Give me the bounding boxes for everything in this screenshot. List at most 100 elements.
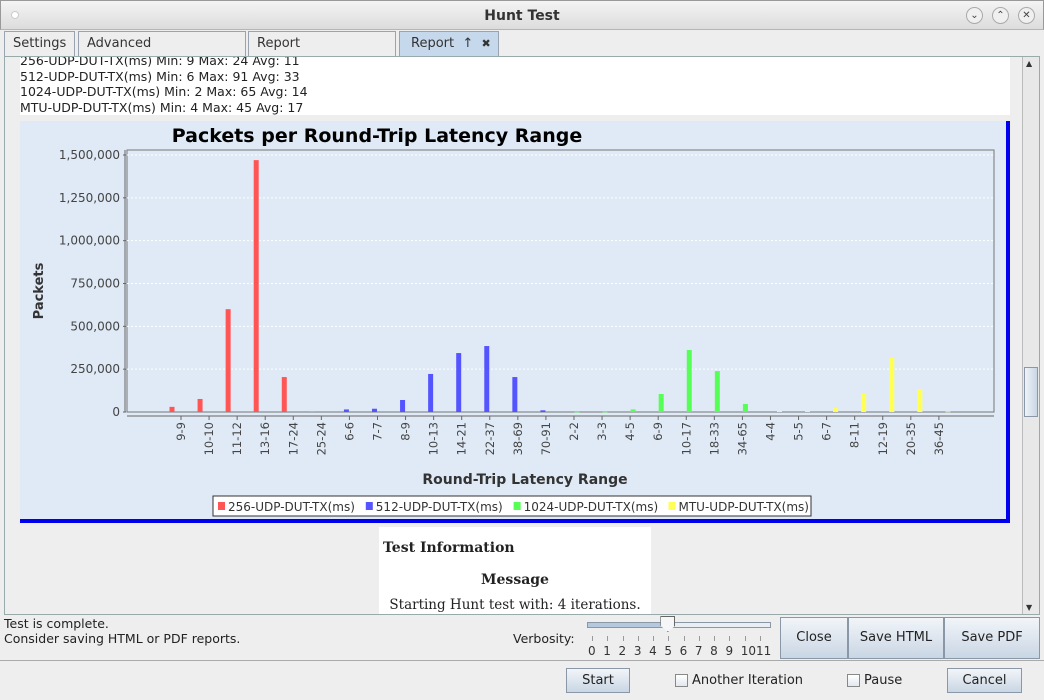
legend-entry: MTU-UDP-DUT-TX(ms) [679,500,809,514]
x-tick-label: 17-24 [286,422,300,455]
close-icon[interactable]: ✖ [482,37,491,50]
bar-256-UDP-DUT-TX(ms) [309,411,315,412]
test-information: Test Information Message Starting Hunt t… [379,527,651,614]
bar-256-UDP-DUT-TX(ms) [253,160,259,412]
bar-256-UDP-DUT-TX(ms) [225,309,231,412]
y-tick-label: 500,000 [70,319,120,333]
tab-report-configuration[interactable]: Report Configuration [248,31,396,75]
bar-512-UDP-DUT-TX(ms) [456,353,462,412]
bar-1024-UDP-DUT-TX(ms) [658,394,664,412]
summary-line: MTU-UDP-DUT-TX(ms) Min: 4 Max: 45 Avg: 1… [20,99,304,115]
x-tick-label: 6-9 [651,422,665,441]
summary-line: 512-UDP-DUT-TX(ms) Min: 6 Max: 91 Avg: 3… [20,68,300,84]
legend-entry: 1024-UDP-DUT-TX(ms) [524,500,659,514]
x-tick-label: 6-6 [342,422,356,441]
x-tick-label: 8-11 [848,422,862,448]
bar-512-UDP-DUT-TX(ms) [371,408,377,412]
x-tick-label: 6-7 [820,422,834,441]
message-text: Starting Hunt test with: 4 iterations. [389,597,641,613]
slider-tick [683,636,685,641]
bar-1024-UDP-DUT-TX(ms) [630,409,636,412]
slider-tick [637,636,639,641]
x-tick-label: 2-2 [567,422,581,441]
legend-entry: 256-UDP-DUT-TX(ms) [228,500,355,514]
another-iteration-label: Another Iteration [692,673,804,688]
status-line: Consider saving HTML or PDF reports. [4,631,241,646]
another-iteration-checkbox[interactable] [675,674,688,687]
bar-MTU-UDP-DUT-TX(ms) [917,389,923,412]
info-heading: Test Information [383,540,515,556]
bar-1024-UDP-DUT-TX(ms) [686,349,692,412]
y-tick-label: 1,250,000 [59,191,120,205]
chart-panel: Packets per Round-Trip Latency Range Pac… [20,121,1010,523]
save-pdf-button[interactable]: Save PDF [944,617,1040,659]
x-axis-label: Round-Trip Latency Range [422,472,627,488]
x-tick-label: 36-45 [932,422,946,455]
maximize-icon[interactable]: ⌃ [992,7,1009,24]
slider-tick [607,636,609,641]
window-title: Hunt Test [484,8,560,24]
verbosity-label: Verbosity: [513,631,575,646]
bar-512-UDP-DUT-TX(ms) [428,373,434,412]
x-tick-label: 20-35 [904,422,918,455]
bar-512-UDP-DUT-TX(ms) [343,409,349,412]
bar-512-UDP-DUT-TX(ms) [540,410,546,412]
slider-tick-label: 2 [618,644,627,658]
x-tick-label: 38-69 [511,422,525,455]
tab-advanced-configuration[interactable]: Advanced Configuration [78,31,246,75]
legend-swatch [218,502,225,510]
start-label: Start [582,673,614,688]
slider-tick-label: 8 [710,644,718,658]
x-tick-label: 25-24 [314,422,328,455]
x-tick-label: 10-17 [679,422,693,455]
y-tick-label: 250,000 [70,362,120,376]
tab-report[interactable]: Report ↑ ✖ [399,31,499,56]
up-arrow-icon[interactable]: ↑ [462,36,473,51]
vertical-scrollbar[interactable]: ▲ ▼ [1022,57,1039,614]
slider-tick [744,636,746,641]
verbosity-slider[interactable]: 0 1 2 3 4 5 6 7 8 9 10 11 [585,616,775,658]
x-tick-label: 70-91 [539,422,553,455]
x-tick-label: 8-9 [399,422,413,441]
y-tick-label: 1,500,000 [59,148,120,162]
cancel-label: Cancel [962,673,1007,688]
x-tick-label: 13-16 [258,422,272,455]
cancel-button[interactable]: Cancel [947,668,1022,693]
slider-tick [698,636,700,641]
x-tick-label: 34-65 [735,422,749,455]
x-tick-label: 12-19 [876,422,890,455]
start-button[interactable]: Start [566,668,630,693]
slider-tick [592,636,593,641]
x-tick-label: 11-12 [230,422,244,455]
chart-title: Packets per Round-Trip Latency Range [172,125,583,147]
bar-512-UDP-DUT-TX(ms) [400,400,406,412]
x-tick-label: 3-3 [595,422,609,441]
close-window-icon[interactable]: ✕ [1018,7,1035,24]
slider-tick [760,636,761,641]
legend-swatch [513,502,521,510]
close-label: Close [796,630,832,645]
legend-swatch [668,502,676,510]
bar-MTU-UDP-DUT-TX(ms) [861,394,867,412]
bar-512-UDP-DUT-TX(ms) [512,377,518,412]
bar-MTU-UDP-DUT-TX(ms) [833,408,839,412]
message-heading: Message [481,572,549,588]
y-tick-label: 0 [112,405,120,419]
minimize-icon[interactable]: ⌄ [966,7,983,24]
tab-label: Report [411,36,455,51]
scrollbar-thumb[interactable] [1024,367,1038,417]
slider-thumb[interactable] [660,616,676,632]
bar-256-UDP-DUT-TX(ms) [169,406,175,412]
x-tick-label: 10-10 [202,422,216,455]
pause-checkbox[interactable] [847,674,860,687]
slider-tick-label: 1 [603,644,611,658]
y-tick-label: 1,000,000 [59,234,120,248]
save-html-label: Save HTML [859,630,933,645]
tab-settings[interactable]: Settings [4,31,75,56]
save-html-button[interactable]: Save HTML [848,617,944,659]
slider-tick-label: 10 [740,644,756,658]
slider-tick-label: 3 [633,644,642,658]
legend-entry: 512-UDP-DUT-TX(ms) [376,500,503,514]
slider-tick [653,636,655,641]
close-button[interactable]: Close [780,617,848,659]
